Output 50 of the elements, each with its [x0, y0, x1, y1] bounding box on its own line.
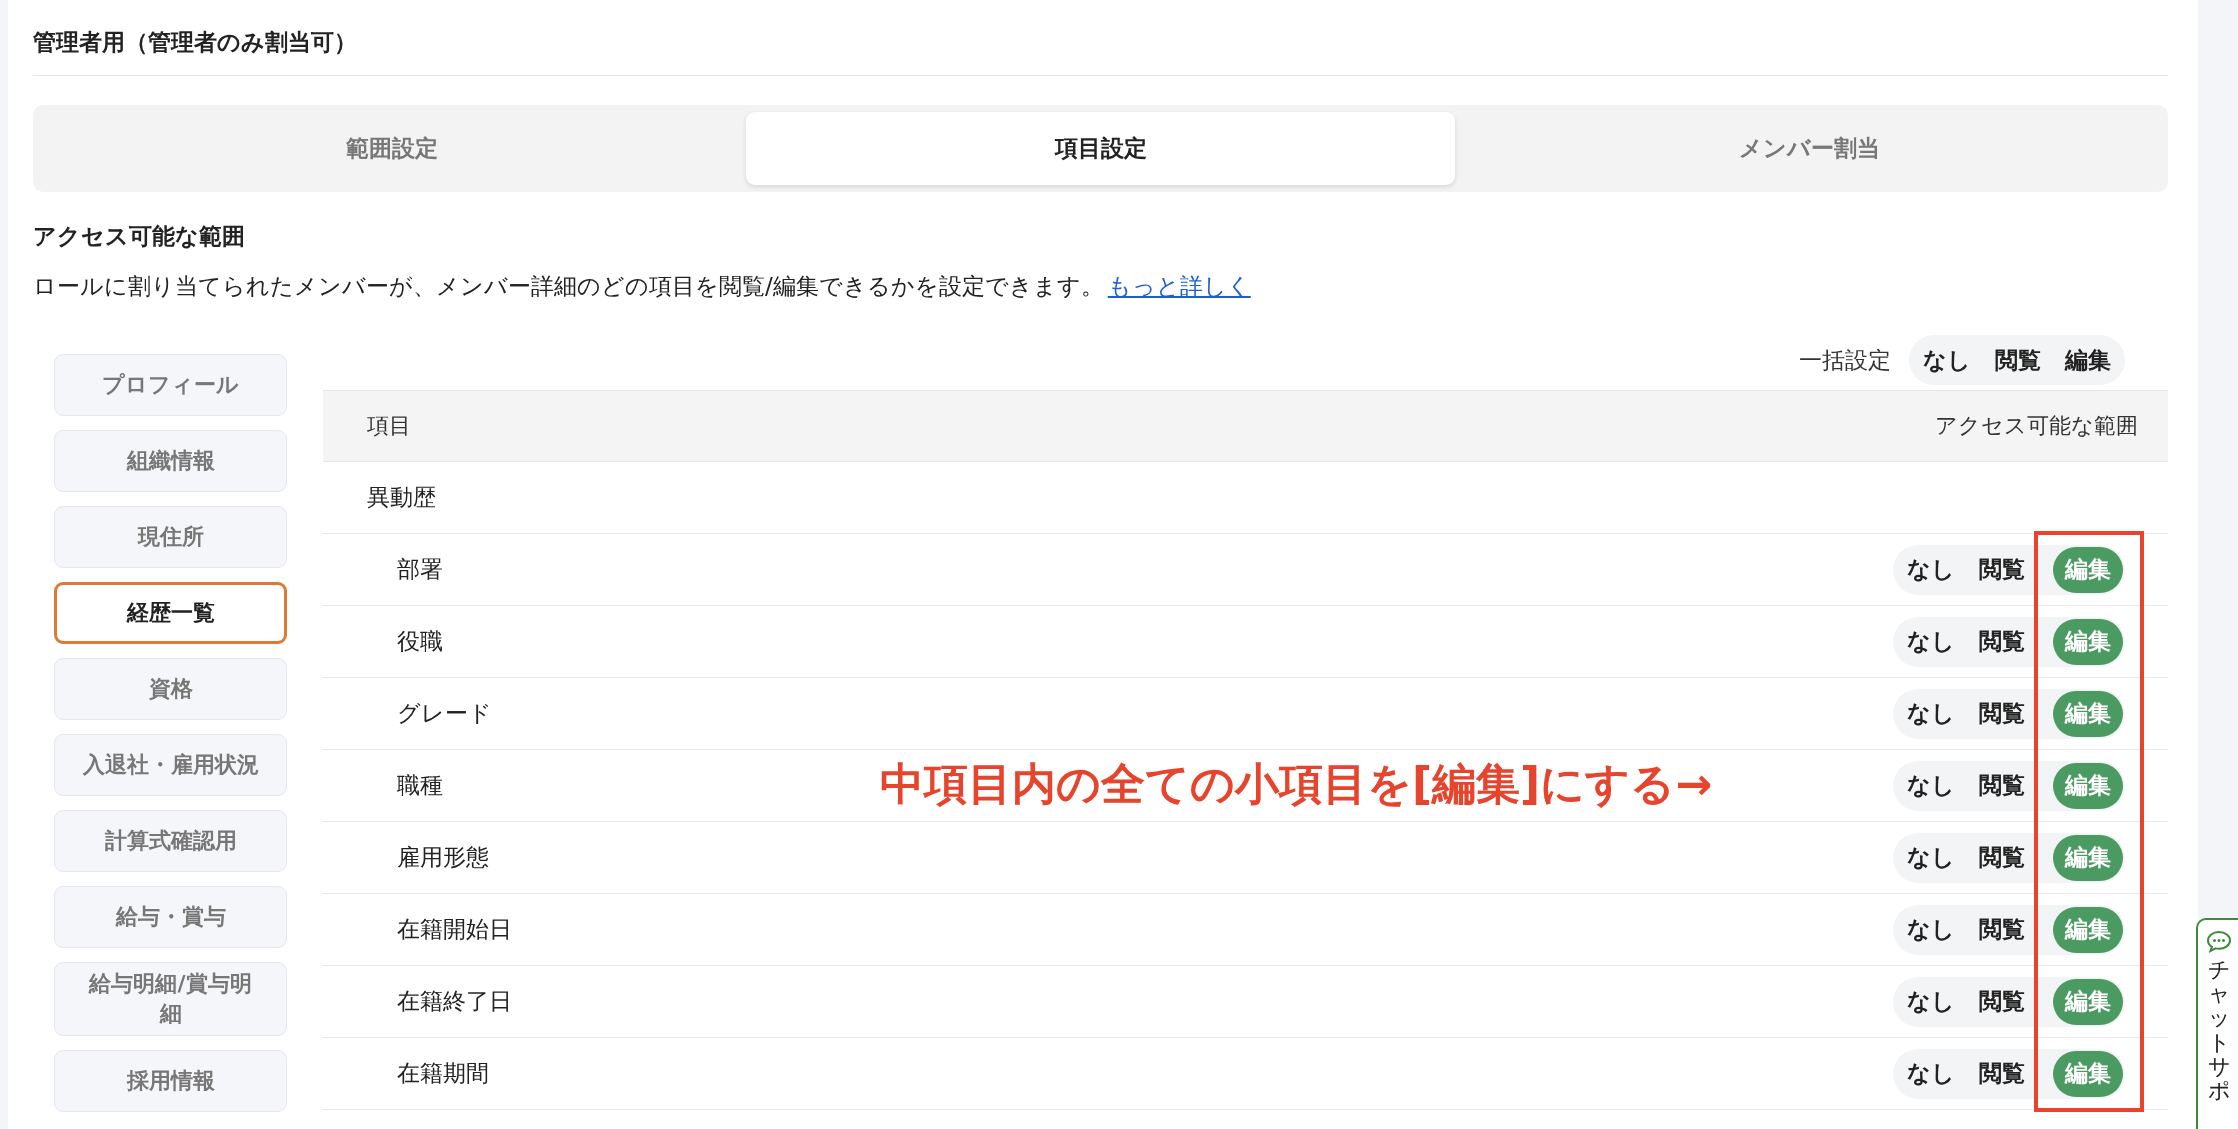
bulk-option[interactable]: 編集 — [2053, 337, 2123, 383]
tab[interactable]: 項目設定 — [746, 112, 1455, 185]
item-name: 部署 — [396, 555, 443, 584]
access-option[interactable]: 閲覧 — [1967, 762, 2037, 809]
item-name: グレード — [396, 699, 492, 728]
item-name: 在籍期間 — [396, 1059, 489, 1088]
access-option[interactable]: なし — [1895, 546, 1967, 593]
access-option[interactable]: 閲覧 — [1967, 834, 2037, 881]
access-option[interactable]: 閲覧 — [1967, 978, 2037, 1025]
access-option[interactable]: なし — [1895, 1050, 1967, 1097]
chat-support-tab[interactable]: チャットサポ — [2196, 918, 2238, 1129]
access-option[interactable]: 閲覧 — [1967, 906, 2037, 953]
bulk-setting-label: 一括設定 — [1799, 345, 1891, 375]
page-title: 管理者用（管理者のみ割当可） — [33, 29, 357, 55]
item-name: 職種 — [396, 771, 443, 800]
access-option[interactable]: なし — [1895, 834, 1967, 881]
item-name: 役職 — [396, 627, 443, 656]
item-name: 在籍開始日 — [396, 915, 512, 944]
access-option[interactable]: 閲覧 — [1967, 546, 2037, 593]
bulk-option[interactable]: 閲覧 — [1983, 337, 2053, 383]
item-name: 雇用形態 — [396, 843, 489, 872]
bulk-option[interactable]: なし — [1911, 337, 1983, 383]
column-header: 項目 — [367, 412, 411, 440]
access-option[interactable]: なし — [1895, 690, 1967, 737]
tab[interactable]: メンバー割当 — [1455, 112, 2164, 185]
more-details-link[interactable]: もっと詳しく — [1107, 273, 1251, 299]
tab[interactable]: 範囲設定 — [37, 112, 746, 185]
category-item[interactable]: 給与・賞与 — [54, 886, 287, 948]
category-item[interactable]: 採用情報 — [54, 1050, 287, 1112]
group-name: 異動歴 — [367, 483, 436, 512]
category-item[interactable]: 現住所 — [54, 506, 287, 568]
category-item[interactable]: 資格 — [54, 658, 287, 720]
category-item[interactable]: 経歴一覧 — [54, 582, 287, 644]
item-name: 在籍終了日 — [396, 987, 512, 1016]
access-option[interactable]: 閲覧 — [1967, 690, 2037, 737]
category-item[interactable]: プロフィール — [54, 354, 287, 416]
access-option[interactable]: なし — [1895, 978, 1967, 1025]
category-item[interactable]: 給与明細/賞与明細 — [54, 962, 287, 1036]
access-option[interactable]: なし — [1895, 906, 1967, 953]
access-option[interactable]: なし — [1895, 762, 1967, 809]
column-header: アクセス可能な範囲 — [1935, 412, 2138, 440]
section-title: アクセス可能な範囲 — [33, 222, 246, 251]
chat-bubble-icon — [2206, 930, 2232, 954]
access-option[interactable]: 閲覧 — [1967, 618, 2037, 665]
category-item[interactable]: 計算式確認用 — [54, 810, 287, 872]
access-option[interactable]: なし — [1895, 618, 1967, 665]
category-item[interactable]: 入退社・雇用状況 — [54, 734, 287, 796]
access-option[interactable]: 閲覧 — [1967, 1050, 2037, 1097]
section-description: ロールに割り当てられたメンバーが、メンバー詳細のどの項目を閲覧/編集できるかを設定できます。 — [33, 273, 1104, 299]
category-item[interactable]: 組織情報 — [54, 430, 287, 492]
